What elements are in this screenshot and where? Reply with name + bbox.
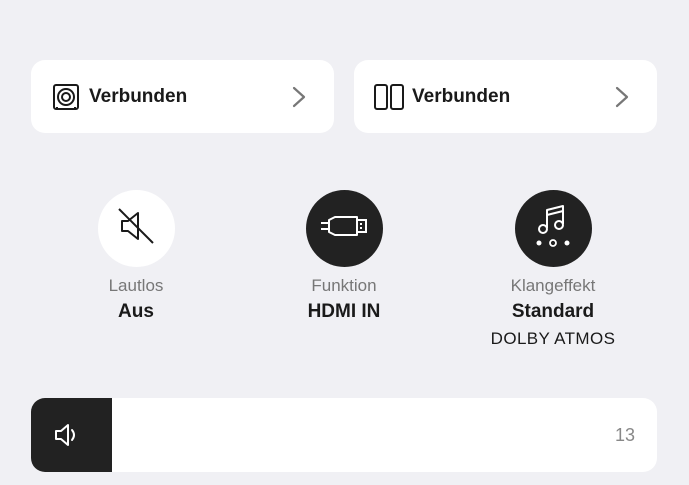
volume-slider[interactable]: 13 [31,398,657,472]
mute-icon [115,205,157,252]
rear-speakers-icon [374,82,404,112]
rear-speakers-status: Verbunden [412,86,511,107]
music-notes-icon [533,204,573,253]
sound-effect-title: Klangeffekt [510,276,596,295]
volume-value: 13 [614,425,635,445]
sound-effect-button[interactable] [514,190,592,267]
subwoofer-card[interactable]: Verbunden [31,60,334,133]
function-value: HDMI IN [307,301,381,322]
sound-effect-sub: DOLBY ATMOS [490,329,616,348]
mute-value: Aus [118,301,154,322]
mute-button[interactable] [97,190,175,267]
subwoofer-status: Verbunden [89,86,188,107]
speaker-icon [53,422,81,448]
mute-control: Lautlos Aus [56,190,216,323]
rear-speakers-card[interactable]: Verbunden [354,60,657,133]
chevron-right-icon [615,86,629,108]
sound-effect-value: Standard [511,301,595,322]
function-title: Funktion [311,276,377,295]
function-button[interactable] [305,190,383,267]
function-control: Funktion HDMI IN [264,190,424,323]
subwoofer-icon [51,82,81,112]
mute-title: Lautlos [108,276,164,295]
chevron-right-icon [292,86,306,108]
sound-effect-control: Klangeffekt Standard DOLBY ATMOS [473,190,633,350]
hdmi-icon [319,213,369,244]
